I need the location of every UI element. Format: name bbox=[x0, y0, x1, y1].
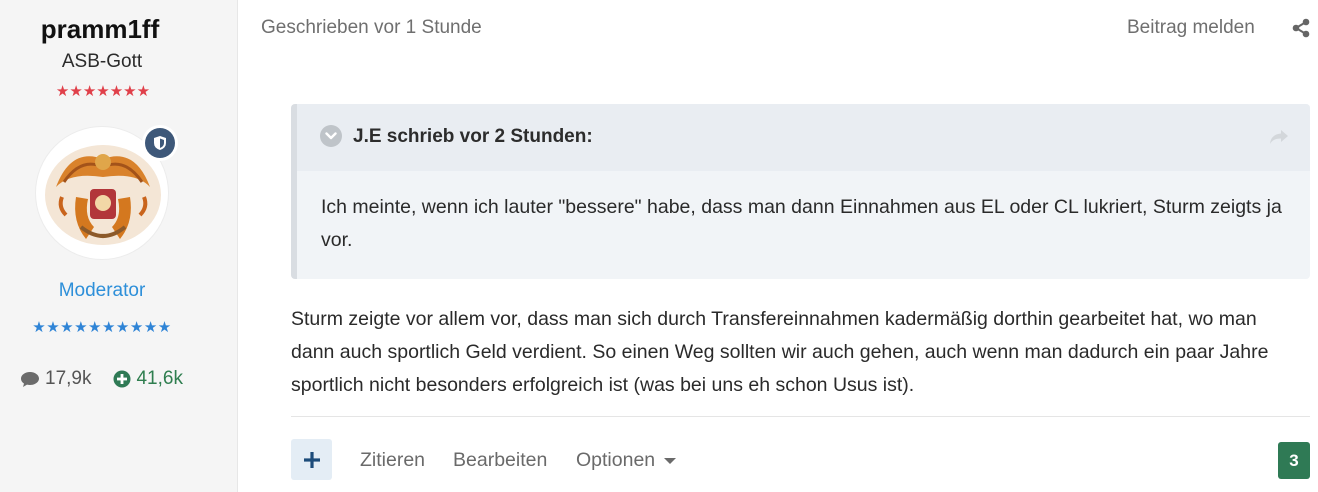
share-button[interactable] bbox=[1291, 18, 1311, 38]
quote-header[interactable]: J.E schrieb vor 2 Stunden: bbox=[297, 104, 1310, 171]
options-dropdown[interactable]: Optionen bbox=[576, 449, 677, 472]
edit-button[interactable]: Bearbeiten bbox=[453, 449, 547, 472]
report-post-link[interactable]: Beitrag melden bbox=[1127, 17, 1255, 39]
plus-circle-icon bbox=[113, 370, 131, 388]
posts-stat: 17,9k bbox=[20, 368, 91, 390]
moderator-badge bbox=[142, 125, 178, 161]
comment-icon bbox=[21, 371, 39, 387]
quote-button[interactable]: Zitieren bbox=[360, 449, 425, 472]
caret-down-icon bbox=[664, 457, 677, 464]
reputation-badge[interactable]: 3 bbox=[1278, 442, 1310, 479]
reputation-stat: 41,6k bbox=[113, 368, 183, 390]
share-icon bbox=[1292, 18, 1310, 38]
quote-author: J.E schrieb vor 2 Stunden: bbox=[353, 126, 593, 147]
shield-icon bbox=[154, 136, 166, 150]
multiquote-button[interactable] bbox=[291, 439, 332, 480]
author-stats: 17,9k 41,6k bbox=[20, 368, 205, 390]
post-date[interactable]: Geschrieben vor 1 Stunde bbox=[261, 17, 482, 39]
plus-icon bbox=[303, 451, 320, 468]
author-sidebar: pramm1ff ASB-Gott ★★★★★★★ Moderator ★★★★… bbox=[0, 0, 238, 492]
group-stars: ★★★★★★★★★★ bbox=[32, 319, 172, 336]
rank-stars: ★★★★★★★ bbox=[55, 83, 151, 100]
divider bbox=[291, 416, 1310, 417]
options-label: Optionen bbox=[576, 449, 656, 471]
author-name[interactable]: pramm1ff bbox=[0, 14, 200, 45]
author-rank-title: ASB-Gott bbox=[61, 51, 143, 72]
quote-text: Ich meinte, wenn ich lauter "bessere" ha… bbox=[321, 196, 1282, 251]
user-group: Moderator bbox=[58, 280, 146, 301]
go-to-quote-icon[interactable] bbox=[1268, 128, 1290, 146]
quote-block: J.E schrieb vor 2 Stunden: Ich meinte, w… bbox=[291, 104, 1310, 279]
post-body: Sturm zeigte vor allem vor, dass man sic… bbox=[291, 308, 1269, 396]
chevron-down-icon[interactable] bbox=[320, 125, 342, 147]
posts-count: 17,9k bbox=[45, 368, 92, 389]
reputation-count: 41,6k bbox=[136, 368, 183, 389]
